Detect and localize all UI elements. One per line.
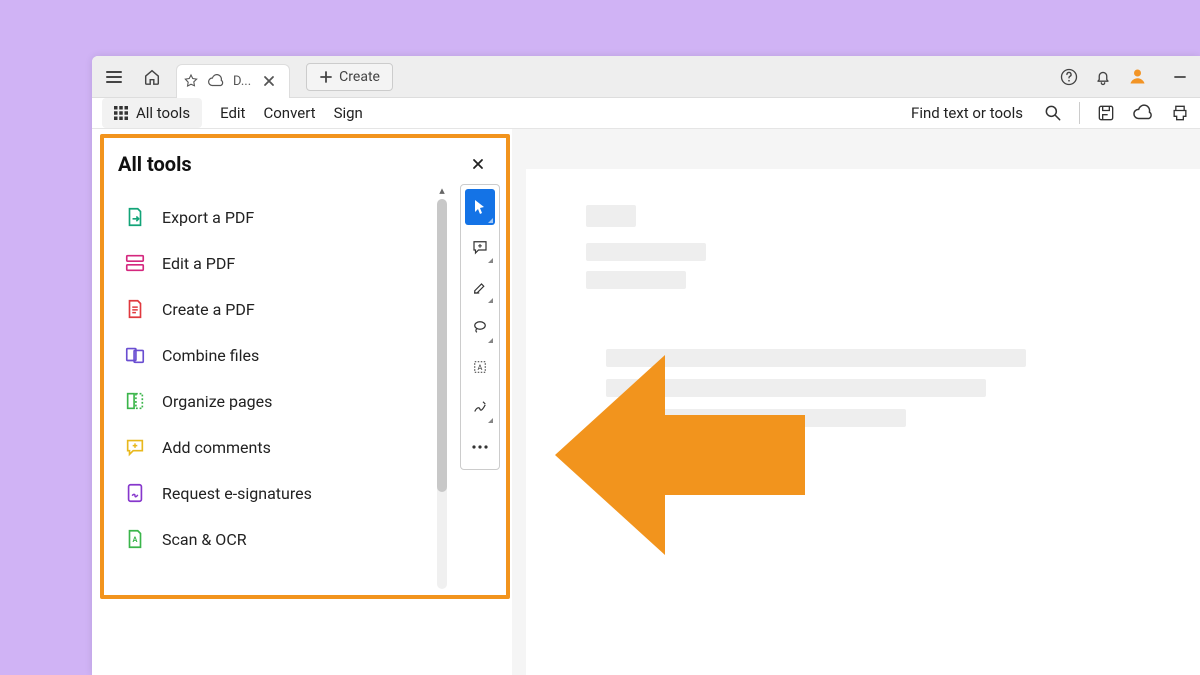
text-select-tool-button[interactable]: A xyxy=(465,349,495,385)
tool-scan-ocr[interactable]: A Scan & OCR xyxy=(118,516,434,562)
tools-panel-close-button[interactable] xyxy=(464,154,492,174)
tool-label: Export a PDF xyxy=(162,208,254,227)
tool-label: Organize pages xyxy=(162,392,272,411)
find-label[interactable]: Find text or tools xyxy=(911,104,1023,122)
tool-label: Add comments xyxy=(162,438,271,457)
tool-label: Request e-signatures xyxy=(162,484,312,503)
scan-ocr-icon: A xyxy=(124,528,146,550)
divider xyxy=(1079,102,1080,124)
tab-close-button[interactable] xyxy=(259,73,279,89)
print-icon[interactable] xyxy=(1170,103,1190,123)
search-icon[interactable] xyxy=(1043,103,1063,123)
tools-panel-title: All tools xyxy=(118,152,192,176)
toolbar-right: Find text or tools xyxy=(911,102,1190,124)
star-icon[interactable] xyxy=(183,73,199,89)
hamburger-menu-button[interactable] xyxy=(100,63,128,91)
help-icon[interactable] xyxy=(1059,67,1079,87)
tool-label: Combine files xyxy=(162,346,259,365)
grid-icon xyxy=(114,106,128,120)
tool-label: Create a PDF xyxy=(162,300,255,319)
cloud-icon xyxy=(207,74,225,88)
scroll-track[interactable] xyxy=(437,199,447,589)
add-comments-icon xyxy=(124,436,146,458)
titlebar: D... Create xyxy=(92,56,1200,98)
tab-label: D... xyxy=(233,74,251,89)
svg-text:A: A xyxy=(133,535,138,544)
arrow-annotation xyxy=(555,355,805,555)
create-button[interactable]: Create xyxy=(306,63,393,91)
all-tools-button[interactable]: All tools xyxy=(102,98,202,128)
combine-files-icon xyxy=(124,344,146,366)
account-icon[interactable] xyxy=(1127,66,1148,87)
create-label: Create xyxy=(339,69,380,85)
tool-create-pdf[interactable]: Create a PDF xyxy=(118,286,434,332)
home-button[interactable] xyxy=(138,63,166,91)
all-tools-panel: All tools Export a PDF xyxy=(100,134,510,599)
tool-organize-pages[interactable]: Organize pages xyxy=(118,378,434,424)
scroll-up-icon[interactable]: ▴ xyxy=(439,184,445,197)
esignatures-icon xyxy=(124,482,146,504)
tool-request-esignatures[interactable]: Request e-signatures xyxy=(118,470,434,516)
titlebar-right xyxy=(1059,66,1192,87)
create-pdf-icon xyxy=(124,298,146,320)
tool-label: Scan & OCR xyxy=(162,530,247,549)
quick-tools-bar: A xyxy=(460,184,500,470)
toolbar: All tools Edit Convert Sign Find text or… xyxy=(92,98,1200,129)
tools-scrollbar[interactable]: ▴ xyxy=(434,184,450,589)
cloud-sync-icon[interactable] xyxy=(1132,104,1154,122)
placeholder xyxy=(586,243,706,261)
svg-text:A: A xyxy=(478,363,483,372)
add-note-tool-button[interactable] xyxy=(465,229,495,265)
placeholder xyxy=(586,271,686,289)
all-tools-label: All tools xyxy=(136,104,190,122)
draw-tool-button[interactable] xyxy=(465,389,495,425)
left-rail: All tools Export a PDF xyxy=(92,129,512,675)
minimize-button[interactable] xyxy=(1172,69,1188,85)
tool-add-comments[interactable]: Add comments xyxy=(118,424,434,470)
tool-combine-files[interactable]: Combine files xyxy=(118,332,434,378)
menu-sign[interactable]: Sign xyxy=(334,104,363,122)
organize-pages-icon xyxy=(124,390,146,412)
save-icon[interactable] xyxy=(1096,103,1116,123)
lasso-tool-button[interactable] xyxy=(465,309,495,345)
more-tools-button[interactable] xyxy=(465,429,495,465)
menu-convert[interactable]: Convert xyxy=(263,104,315,122)
scroll-thumb[interactable] xyxy=(437,199,447,492)
tool-edit-pdf[interactable]: Edit a PDF xyxy=(118,240,434,286)
bell-icon[interactable] xyxy=(1093,67,1113,87)
tool-label: Edit a PDF xyxy=(162,254,235,273)
placeholder xyxy=(586,205,636,227)
tool-list: Export a PDF Edit a PDF xyxy=(118,184,434,589)
edit-pdf-icon xyxy=(124,252,146,274)
select-tool-button[interactable] xyxy=(465,189,495,225)
document-tab[interactable]: D... xyxy=(176,64,290,98)
export-pdf-icon xyxy=(124,206,146,228)
menu-edit[interactable]: Edit xyxy=(220,104,245,122)
tool-export-pdf[interactable]: Export a PDF xyxy=(118,194,434,240)
highlight-tool-button[interactable] xyxy=(465,269,495,305)
